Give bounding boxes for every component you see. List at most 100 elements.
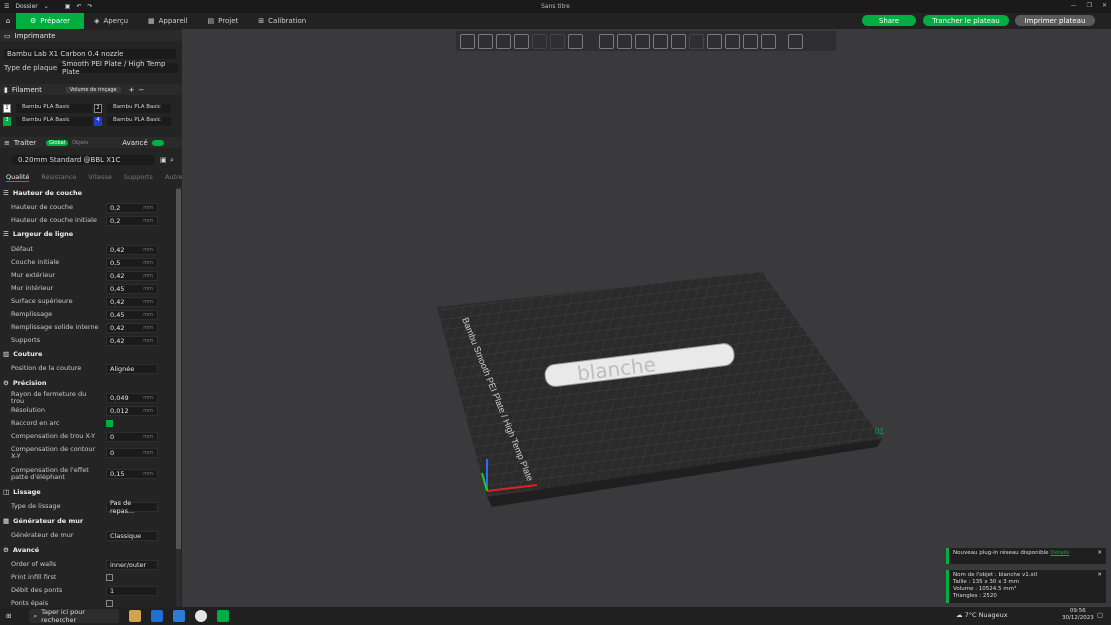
tab-resistance[interactable]: Résistance — [41, 173, 76, 182]
tab-projet[interactable]: ▤ Projet — [198, 13, 249, 29]
setting-row: Surface supérieure 0,42 mm — [0, 296, 176, 307]
advanced-switch[interactable] — [151, 139, 164, 146]
save-icon[interactable]: ▣ — [65, 3, 71, 10]
initial-layer-width-input[interactable]: 0,5 mm — [106, 257, 158, 268]
tab-apercu[interactable]: ◈ Aperçu — [84, 13, 138, 29]
solid-infill-width-input[interactable]: 0,42 mm — [106, 322, 158, 333]
xy-contour-compensation-input[interactable]: 0 mm — [106, 447, 158, 458]
plate-type-select[interactable]: Smooth PEI Plate / High Temp Plate — [58, 60, 178, 76]
plugin-details-link[interactable]: Détails — [1050, 550, 1069, 556]
hole-closing-radius-input[interactable]: 0,049 mm — [106, 392, 158, 403]
slice-plate-button[interactable]: Trancher le plateau — [923, 15, 1009, 26]
home-icon[interactable]: ⌂ — [0, 13, 16, 29]
window-title: Sans titre — [541, 3, 570, 10]
minimize-icon[interactable]: — — [1071, 2, 1077, 9]
setting-row: Remplissage solide interne 0,42 mm — [0, 322, 176, 333]
tab-vitesse[interactable]: Vitesse — [88, 173, 111, 182]
seam-position-select[interactable]: Alignée — [106, 363, 158, 374]
filament-slot-1-swatch[interactable]: 1 — [3, 104, 11, 113]
filament-slot-2-swatch[interactable]: 2 — [94, 104, 102, 113]
layer-height-input[interactable]: 0,2 mm — [106, 202, 158, 213]
tab-preparer[interactable]: ⚙ Préparer — [16, 13, 85, 29]
layers-icon: ☰ — [3, 189, 9, 197]
bambu-studio-icon[interactable] — [217, 610, 230, 622]
wall-generator-select[interactable]: Classique — [106, 530, 158, 541]
tab-appareil[interactable]: ▦ Appareil — [138, 13, 198, 29]
elephant-foot-input[interactable]: 0,15 mm — [106, 468, 158, 479]
thick-bridges-checkbox[interactable] — [106, 600, 113, 607]
filament-slot-4-select[interactable]: Bambu PLA Basic — [107, 117, 171, 126]
clock[interactable]: 09:56 30/12/2023 — [1062, 608, 1094, 622]
search-icon[interactable]: ⌕ — [170, 156, 174, 165]
printer-select[interactable]: Bambu Lab X1 Carbon 0.4 nozzle — [4, 49, 176, 59]
mail-icon[interactable] — [151, 610, 164, 622]
filament-icon: ▮ — [4, 85, 8, 94]
redo-icon[interactable]: ↷ — [88, 3, 93, 10]
xy-hole-compensation-input[interactable]: 0 mm — [106, 431, 158, 442]
setting-row: Type de lissage Pas de repas... — [0, 499, 176, 515]
plate-number: 01 — [875, 427, 884, 436]
resolution-input[interactable]: 0,012 mm — [106, 405, 158, 416]
3d-viewport[interactable]: Bambu Smooth PEI Plate / High Temp Plate… — [182, 29, 1111, 607]
filament-slot-3-swatch[interactable]: 3 — [3, 117, 11, 126]
windows-start-icon[interactable]: ⊞ — [6, 612, 11, 620]
close-info-icon[interactable]: ✕ — [1097, 572, 1102, 579]
print-plate-button[interactable]: Imprimer plateau — [1015, 15, 1095, 26]
flush-volume-button[interactable]: Volume de rinçage — [65, 86, 121, 93]
global-toggle[interactable]: Global — [46, 139, 69, 146]
tab-qualite[interactable]: Qualité — [6, 173, 30, 182]
filament-slot-1-select[interactable]: Bambu PLA Basic — [16, 104, 92, 113]
outer-wall-width-input[interactable]: 0,42 mm — [106, 270, 158, 281]
support-width-input[interactable]: 0,42 mm — [106, 335, 158, 346]
wall-generator-group: ▦ Générateur de mur — [3, 517, 84, 525]
default-width-input[interactable]: 0,42 mm — [106, 244, 158, 255]
objects-toggle[interactable]: Objets — [72, 140, 88, 146]
dossier-menu[interactable]: Dossier — [15, 3, 37, 10]
device-icon: ▦ — [148, 17, 155, 25]
filament-slot-2-select[interactable]: Bambu PLA Basic — [107, 104, 171, 113]
setting-row: Position de la couture Alignée — [0, 363, 176, 374]
wall-order-select[interactable]: inner/outer — [106, 559, 158, 570]
store-icon[interactable] — [173, 610, 186, 622]
tab-calibration[interactable]: ⊞ Calibration — [248, 13, 316, 29]
ironing-type-select[interactable]: Pas de repas... — [106, 499, 158, 515]
share-button[interactable]: Share — [862, 15, 916, 26]
layer-height-group: ☰ Hauteur de couche — [3, 189, 83, 197]
title-bar: ☰ Dossier ⌄ ▣ ↶ ↷ Sans titre — ❐ ✕ — [0, 0, 1111, 13]
sidebar-scrollbar[interactable] — [176, 187, 181, 607]
line-width-icon: ☰ — [3, 230, 9, 238]
ironing-icon: ◫ — [3, 488, 10, 496]
initial-layer-height-input[interactable]: 0,2 mm — [106, 215, 158, 226]
bridge-flow-input[interactable]: 1 — [106, 585, 158, 596]
chevron-down-icon: ⌄ — [43, 3, 49, 10]
close-notification-icon[interactable]: ✕ — [1097, 550, 1102, 557]
notifications-icon[interactable]: ▢ — [1097, 611, 1103, 619]
file-explorer-icon[interactable] — [129, 610, 142, 622]
inner-wall-width-input[interactable]: 0,45 mm — [106, 283, 158, 294]
filament-slot-3-select[interactable]: Bambu PLA Basic — [16, 117, 92, 126]
arc-fitting-checkbox[interactable] — [106, 420, 113, 427]
tab-supports[interactable]: Supports — [124, 173, 153, 182]
weather-widget[interactable]: ☁ 7°C Nuageux — [956, 611, 1008, 619]
undo-icon[interactable]: ↶ — [76, 3, 81, 10]
filament-section-header: ▮ Filament Volume de rinçage + − — [0, 84, 182, 95]
infill-width-input[interactable]: 0,45 mm — [106, 309, 158, 320]
print-infill-first-checkbox[interactable] — [106, 574, 113, 581]
setting-row: Résolution 0,012 mm — [0, 405, 176, 416]
save-preset-icon[interactable]: ▣ — [160, 156, 167, 164]
add-icon[interactable]: + — [129, 86, 135, 94]
process-preset-select[interactable]: 0.20mm Standard @BBL X1C — [12, 155, 154, 165]
close-icon[interactable]: ✕ — [1102, 2, 1107, 9]
remove-icon[interactable]: − — [138, 86, 144, 94]
seam-group: ▥ Couture — [3, 350, 43, 358]
filament-slot-4-swatch[interactable]: 4 — [94, 117, 102, 126]
taskbar-search[interactable]: ⌕ Taper ici pour rechercher — [29, 608, 120, 624]
menu-icon[interactable]: ☰ — [4, 3, 9, 10]
process-icon: ≡ — [4, 138, 10, 147]
top-surface-width-input[interactable]: 0,42 mm — [106, 296, 158, 307]
chrome-icon[interactable] — [195, 610, 208, 622]
tab-autre[interactable]: Autre — [165, 173, 182, 182]
maximize-icon[interactable]: ❐ — [1087, 2, 1092, 9]
precision-icon: ⚙ — [3, 379, 9, 387]
printer-section-header: ▭ Imprimante — [0, 30, 182, 41]
